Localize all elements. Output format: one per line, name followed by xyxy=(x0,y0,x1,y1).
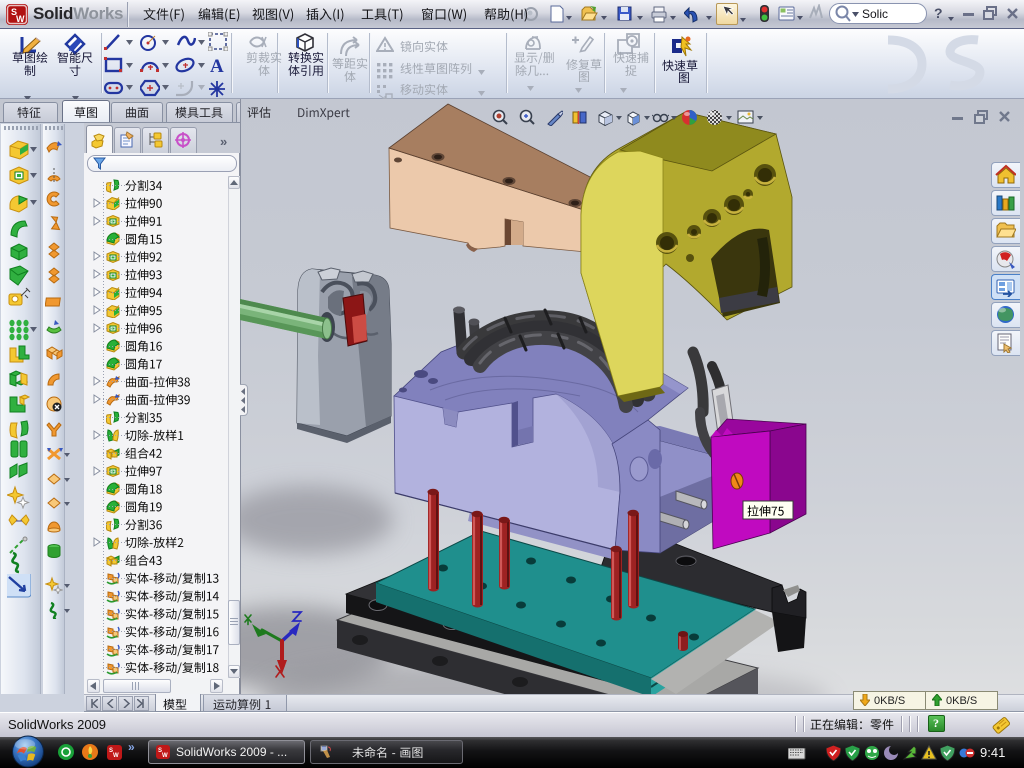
svg-text:W: W xyxy=(162,753,168,759)
svg-text:W: W xyxy=(113,753,119,759)
svg-text:A: A xyxy=(210,56,224,75)
svg-text:W: W xyxy=(16,14,25,24)
